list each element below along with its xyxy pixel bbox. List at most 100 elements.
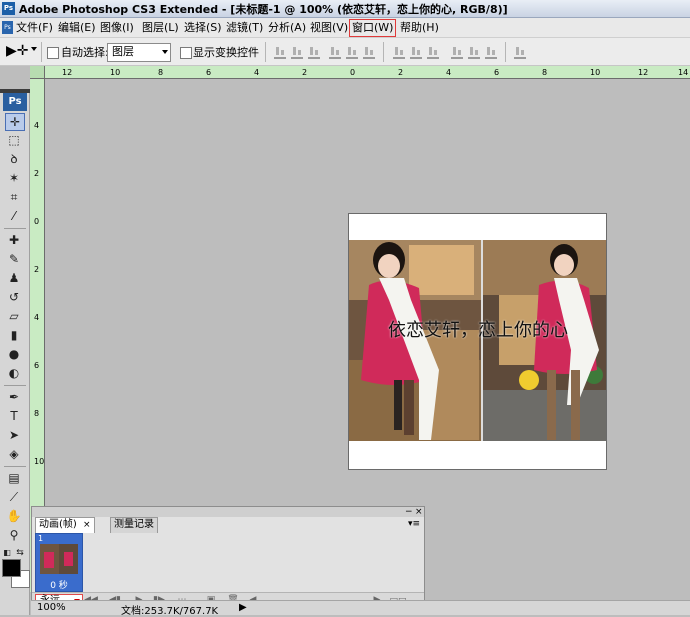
hand-icon[interactable]: ✋ — [5, 508, 23, 524]
panel-menu-icon[interactable]: ▾≡ — [408, 519, 420, 529]
marquee-icon[interactable]: ⬚ — [5, 132, 23, 148]
eraser-icon[interactable]: ▱ — [5, 308, 23, 324]
divider — [265, 42, 266, 62]
ruler-label: 4 — [254, 68, 260, 77]
menu-window[interactable]: 窗口(W) — [349, 19, 397, 37]
divider — [4, 385, 26, 386]
eyedropper-icon[interactable]: ⟋ — [5, 489, 23, 505]
pen-icon[interactable]: ✒ — [5, 389, 23, 405]
auto-select-checkbox[interactable] — [47, 47, 59, 59]
slice-icon[interactable]: ⁄ — [5, 208, 23, 224]
ruler-label: 2 — [34, 169, 40, 178]
align-vcenter-icon[interactable] — [291, 47, 303, 59]
frame-number: 1 — [38, 534, 44, 543]
distribute-right-icon[interactable] — [485, 47, 497, 59]
divider — [505, 42, 506, 62]
lasso-icon[interactable]: ꝺ — [5, 151, 23, 167]
shape-icon[interactable]: ◈ — [5, 446, 23, 462]
chevron-down-icon — [162, 50, 168, 54]
menu-file[interactable]: 文件(F) — [16, 20, 53, 36]
dodge-icon[interactable]: ◐ — [5, 365, 23, 381]
crop-icon[interactable]: ⌗ — [5, 189, 23, 205]
tab-label: 动画(帧) — [39, 519, 77, 530]
zoom-level[interactable]: 100% — [37, 602, 66, 613]
horizontal-ruler: 12 10 8 6 4 2 0 2 4 6 8 10 12 14 — [30, 66, 690, 79]
auto-align-icon[interactable] — [514, 47, 526, 59]
close-tab-icon[interactable]: × — [83, 520, 91, 530]
distribute-hcenter-icon[interactable] — [468, 47, 480, 59]
ruler-label: 6 — [494, 68, 500, 77]
auto-select-dropdown[interactable]: 图层 — [107, 43, 171, 62]
menu-select[interactable]: 选择(S) — [184, 20, 222, 36]
path-selection-icon[interactable]: ➤ — [5, 427, 23, 443]
align-hcenter-icon[interactable] — [346, 47, 358, 59]
align-left-icon[interactable] — [329, 47, 341, 59]
ruler-label: 14 — [678, 68, 689, 77]
zoom-icon[interactable]: ⚲ — [5, 527, 23, 543]
animation-frame[interactable]: 1 0 秒 — [35, 533, 83, 592]
move-tool-preset-icon[interactable]: ▶✛ — [6, 43, 29, 59]
ruler-label: 6 — [34, 361, 40, 370]
move-icon[interactable]: ✛ — [5, 113, 25, 131]
options-bar: ▶✛ 自动选择: 图层 显示变换控件 — [0, 38, 690, 66]
ruler-label: 12 — [62, 68, 73, 77]
ruler-origin[interactable] — [30, 66, 45, 79]
show-transform-checkbox[interactable] — [180, 47, 192, 59]
canvas-overlay-text: 依恋艾轩，恋上你的心 — [388, 320, 568, 341]
window-title: Adobe Photoshop CS3 Extended - [未标题-1 @ … — [19, 3, 508, 16]
ruler-label: 10 — [110, 68, 121, 77]
chevron-down-icon[interactable] — [31, 47, 37, 51]
notes-icon[interactable]: ▤ — [5, 470, 23, 486]
ruler-label: 12 — [638, 68, 649, 77]
ruler-label: 2 — [34, 265, 40, 274]
foreground-color-swatch[interactable] — [2, 559, 21, 577]
ruler-label: 8 — [158, 68, 164, 77]
brush-icon[interactable]: ✎ — [5, 251, 23, 267]
menu-edit[interactable]: 编辑(E) — [58, 20, 96, 36]
type-icon[interactable]: T — [5, 408, 23, 424]
divider — [383, 42, 384, 62]
toolbox: Ps ✛ ⬚ ꝺ ✶ ⌗ ⁄ ✚ ✎ ♟ ↺ ▱ ▮ ● ◐ ✒ T ➤ ◈ ▤… — [0, 89, 30, 615]
menu-filter[interactable]: 滤镜(T) — [226, 20, 263, 36]
align-right-icon[interactable] — [363, 47, 375, 59]
frame-delay[interactable]: 0 秒 — [39, 578, 79, 591]
ruler-label: 0 — [350, 68, 356, 77]
distribute-vcenter-icon[interactable] — [410, 47, 422, 59]
minimize-icon[interactable]: − — [405, 507, 413, 517]
divider — [4, 228, 26, 229]
ruler-label: 10 — [590, 68, 601, 77]
menu-layer[interactable]: 图层(L) — [142, 20, 179, 36]
ruler-label: 8 — [542, 68, 548, 77]
ruler-label: 6 — [206, 68, 212, 77]
status-bar: 100% 文档:253.7K/767.7K ▶ — [31, 600, 690, 617]
gradient-icon[interactable]: ▮ — [5, 327, 23, 343]
blur-icon[interactable]: ● — [5, 346, 23, 362]
menu-bar: Ps 文件(F) 编辑(E) 图像(I) 图层(L) 选择(S) 滤镜(T) 分… — [0, 18, 690, 38]
close-icon[interactable]: × — [415, 507, 423, 517]
ruler-label: 2 — [302, 68, 308, 77]
title-bar: Ps Adobe Photoshop CS3 Extended - [未标题-1… — [0, 0, 690, 18]
menu-analysis[interactable]: 分析(A) — [268, 20, 306, 36]
ruler-label: 0 — [34, 217, 40, 226]
align-top-icon[interactable] — [274, 47, 286, 59]
menu-image[interactable]: 图像(I) — [100, 20, 134, 36]
auto-select-label: 自动选择: — [61, 46, 109, 59]
distribute-left-icon[interactable] — [451, 47, 463, 59]
menu-help[interactable]: 帮助(H) — [400, 20, 439, 36]
magic-wand-icon[interactable]: ✶ — [5, 170, 23, 186]
app-icon: Ps — [2, 2, 15, 15]
tab-measurement-log[interactable]: 测量记录 — [110, 517, 158, 533]
status-menu-arrow-icon[interactable]: ▶ — [239, 602, 247, 613]
distribute-top-icon[interactable] — [393, 47, 405, 59]
panel-header[interactable]: − × — [32, 507, 424, 517]
history-brush-icon[interactable]: ↺ — [5, 289, 23, 305]
distribute-bottom-icon[interactable] — [427, 47, 439, 59]
healing-brush-icon[interactable]: ✚ — [5, 232, 23, 248]
ps-menu-icon[interactable]: Ps — [2, 21, 13, 34]
show-transform-label: 显示变换控件 — [193, 46, 259, 59]
menu-view[interactable]: 视图(V) — [310, 20, 348, 36]
clone-stamp-icon[interactable]: ♟ — [5, 270, 23, 286]
align-bottom-icon[interactable] — [308, 47, 320, 59]
ruler-label: 4 — [34, 121, 40, 130]
tab-animation[interactable]: 动画(帧) × — [35, 517, 95, 533]
